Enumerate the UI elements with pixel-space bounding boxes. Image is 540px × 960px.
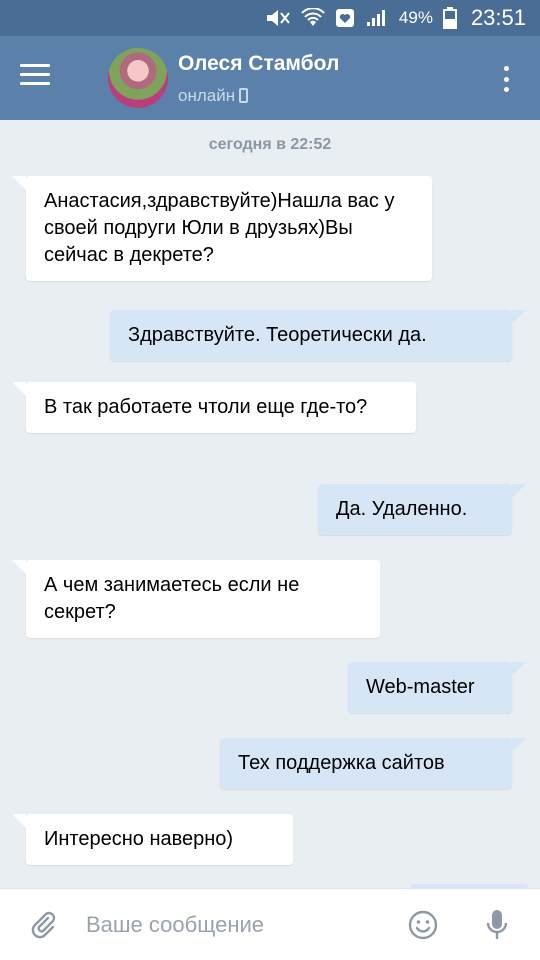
contact-status: онлайн xyxy=(178,86,249,106)
emoji-icon[interactable] xyxy=(408,910,438,940)
mute-icon xyxy=(266,10,290,26)
message-outgoing[interactable]: Здравствуйте. Теоретически да. xyxy=(110,310,526,361)
signal-icon xyxy=(366,10,385,26)
message-incoming[interactable]: Анастасия,здравствуйте)Нашла вас у своей… xyxy=(12,176,432,281)
status-bar: 49% 23:51 xyxy=(0,0,540,36)
paperclip-icon[interactable] xyxy=(28,909,58,939)
message-outgoing[interactable]: Web-master xyxy=(348,662,526,713)
message-incoming[interactable]: А чем занимаетесь если не секрет? xyxy=(12,560,380,638)
message-input[interactable] xyxy=(86,907,376,943)
avatar[interactable] xyxy=(108,48,168,108)
battery-icon xyxy=(442,7,457,29)
menu-icon[interactable] xyxy=(20,64,50,90)
microphone-icon[interactable] xyxy=(485,909,509,941)
mobile-icon xyxy=(239,88,249,103)
online-status: онлайн xyxy=(178,86,236,105)
message-incoming[interactable]: Интересно наверно) xyxy=(12,814,293,865)
clock: 23:51 xyxy=(470,5,526,30)
message-composer xyxy=(0,888,540,960)
contact-name[interactable]: Олеся Стамбол xyxy=(178,52,339,76)
date-separator: сегодня в 22:52 xyxy=(208,136,332,153)
battery-percent: 49% xyxy=(398,8,433,27)
wifi-icon xyxy=(301,8,325,26)
vk-heart-icon xyxy=(335,9,354,27)
message-outgoing[interactable]: Да. Удаленно. xyxy=(318,484,526,535)
message-outgoing[interactable]: Тех поддержка сайтов xyxy=(220,738,526,789)
message-incoming[interactable]: В так работаете чтоли еще где-то? xyxy=(12,382,416,433)
more-options-icon[interactable] xyxy=(504,66,510,92)
chat-header: Олеся Стамбол онлайн xyxy=(0,36,540,120)
